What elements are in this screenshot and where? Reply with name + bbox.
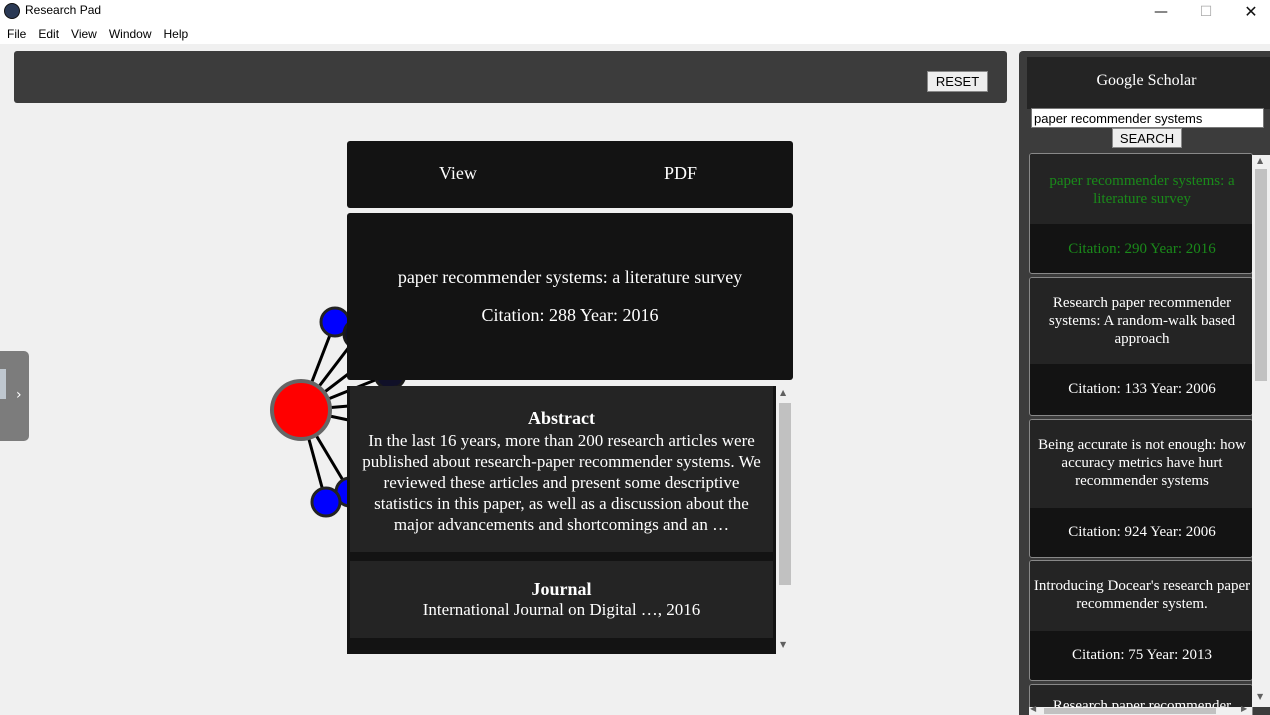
scholar-panel: Google Scholar SEARCH paper recommender … (1019, 51, 1270, 715)
journal-heading: Journal (531, 579, 592, 599)
results-scrollbar[interactable]: ▲ ▼ (1252, 155, 1270, 707)
search-button[interactable]: SEARCH (1112, 128, 1182, 148)
abstract-section: Abstract In the last 16 years, more than… (350, 386, 773, 552)
journal-section: Journal International Journal on Digital… (350, 561, 773, 638)
paper-title: paper recommender systems: a literature … (397, 267, 743, 287)
scroll-down-icon[interactable]: ▼ (780, 640, 786, 649)
menu-bar: File Edit View Window Help (0, 23, 1270, 44)
title-bar: Research Pad — ☐ ✕ (0, 0, 1270, 23)
reset-button[interactable]: RESET (927, 71, 988, 92)
scroll-up-icon[interactable]: ▲ (780, 388, 786, 397)
journal-text: International Journal on Digital …, 2016 (422, 600, 701, 619)
result-citation: Citation: 133 Year: 2006 (1068, 381, 1216, 397)
minimize-button[interactable]: — (1138, 0, 1184, 23)
scrollbar-thumb[interactable] (779, 403, 791, 585)
drawer-peek (0, 369, 6, 399)
result-title: paper recommender systems: a literature … (1030, 154, 1252, 224)
menu-edit[interactable]: Edit (33, 27, 64, 41)
app-icon (4, 3, 20, 19)
result-citation: Citation: 75 Year: 2013 (1071, 647, 1212, 663)
results-list[interactable]: paper recommender systems: a literature … (1029, 153, 1253, 715)
scroll-right-icon[interactable]: ▶ (1241, 704, 1247, 713)
scrollbar-thumb[interactable] (1255, 169, 1267, 381)
paper-info-panel: paper recommender systems: a literature … (347, 213, 793, 380)
scroll-down-icon[interactable]: ▼ (1257, 692, 1263, 701)
result-title: Introducing Docear's research paper reco… (1030, 561, 1252, 631)
graph-center-node[interactable] (270, 379, 332, 441)
scrollbar-thumb[interactable] (1044, 708, 1216, 714)
drawer-toggle-tab[interactable]: › (0, 351, 29, 441)
result-title: Research paper recommender systems: A ra… (1030, 278, 1252, 364)
paper-details-scroll[interactable]: Abstract In the last 16 years, more than… (347, 386, 793, 654)
result-card[interactable]: Introducing Docear's research paper reco… (1029, 560, 1253, 681)
chevron-right-icon: › (16, 387, 22, 403)
window-title: Research Pad (25, 3, 102, 17)
top-toolbar: RESET (14, 51, 1007, 103)
menu-window[interactable]: Window (104, 27, 157, 41)
menu-file[interactable]: File (2, 27, 31, 41)
result-card[interactable]: Being accurate is not enough: how accura… (1029, 419, 1253, 558)
paper-citation: Citation: 288 Year: 2016 (481, 305, 659, 325)
scholar-title: Google Scholar (1096, 72, 1197, 89)
abstract-heading: Abstract (528, 408, 595, 428)
result-card[interactable]: Research paper recommender systems: A ra… (1029, 277, 1253, 416)
scroll-up-icon[interactable]: ▲ (1257, 156, 1263, 165)
result-citation: Citation: 290 Year: 2016 (1068, 241, 1216, 257)
graph-node[interactable] (310, 486, 342, 518)
result-citation: Citation: 924 Year: 2006 (1068, 524, 1216, 540)
tab-view[interactable]: View (439, 163, 477, 184)
tab-pdf[interactable]: PDF (664, 163, 697, 184)
menu-view[interactable]: View (66, 27, 102, 41)
menu-help[interactable]: Help (159, 27, 194, 41)
maximize-button[interactable]: ☐ (1183, 0, 1229, 23)
search-input[interactable] (1031, 108, 1264, 128)
result-card[interactable]: paper recommender systems: a literature … (1029, 153, 1253, 274)
details-scrollbar[interactable]: ▲ ▼ (776, 386, 793, 654)
results-horizontal-scrollbar[interactable]: ◀ ▶ (1029, 704, 1252, 715)
abstract-text: In the last 16 years, more than 200 rese… (362, 431, 761, 534)
close-button[interactable]: ✕ (1228, 0, 1270, 23)
paper-tabs-panel: View PDF (347, 141, 793, 208)
result-title: Being accurate is not enough: how accura… (1030, 420, 1252, 508)
scroll-left-icon[interactable]: ◀ (1030, 704, 1036, 713)
